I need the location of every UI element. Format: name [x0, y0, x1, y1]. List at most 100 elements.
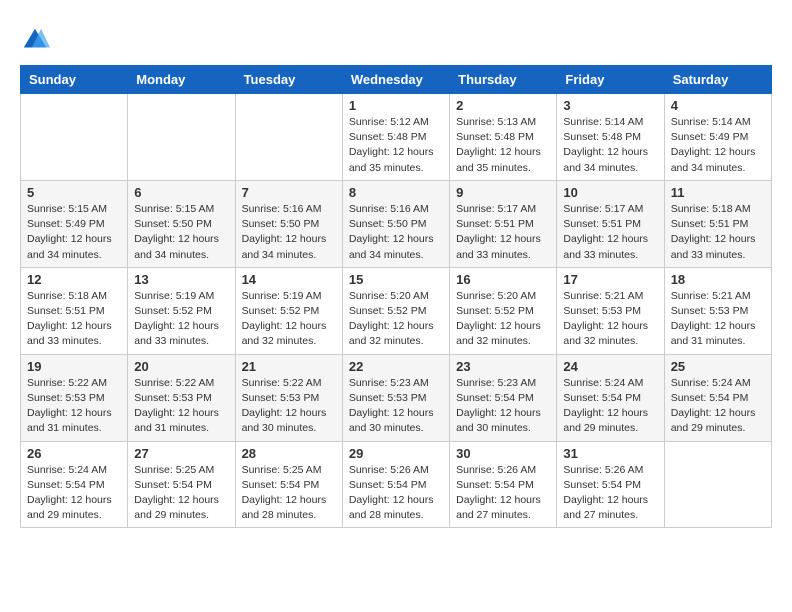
calendar-day-31: 31 Sunrise: 5:26 AM Sunset: 5:54 PM Dayli…: [557, 441, 664, 528]
day-info: Sunrise: 5:23 AM Sunset: 5:54 PM Dayligh…: [456, 376, 550, 437]
day-number: 9: [456, 185, 550, 200]
day-info: Sunrise: 5:22 AM Sunset: 5:53 PM Dayligh…: [242, 376, 336, 437]
calendar-day-22: 22 Sunrise: 5:23 AM Sunset: 5:53 PM Dayli…: [342, 354, 449, 441]
page-header: [20, 20, 772, 55]
calendar-day-27: 27 Sunrise: 5:25 AM Sunset: 5:54 PM Dayli…: [128, 441, 235, 528]
day-number: 1: [349, 98, 443, 113]
day-info: Sunrise: 5:18 AM Sunset: 5:51 PM Dayligh…: [27, 289, 121, 350]
calendar-day-13: 13Sunrise: 5:19 AM Sunset: 5:52 PM Dayli…: [128, 267, 235, 354]
day-number: 29: [349, 446, 443, 461]
calendar-day-2: 2Sunrise: 5:13 AM Sunset: 5:48 PM Daylig…: [450, 94, 557, 181]
day-header-sunday: Sunday: [21, 66, 128, 94]
calendar-day-6: 6 Sunrise: 5:15 AM Sunset: 5:50 PM Daylig…: [128, 180, 235, 267]
calendar-empty: [235, 94, 342, 181]
calendar-day-21: 21 Sunrise: 5:22 AM Sunset: 5:53 PM Dayli…: [235, 354, 342, 441]
calendar-day-10: 10 Sunrise: 5:17 AM Sunset: 5:51 PM Dayli…: [557, 180, 664, 267]
day-info: Sunrise: 5:16 AM Sunset: 5:50 PM Dayligh…: [349, 202, 443, 263]
day-number: 21: [242, 359, 336, 374]
day-info: Sunrise: 5:20 AM Sunset: 5:52 PM Dayligh…: [349, 289, 443, 350]
day-info: Sunrise: 5:24 AM Sunset: 5:54 PM Dayligh…: [563, 376, 657, 437]
day-info: Sunrise: 5:24 AM Sunset: 5:54 PM Dayligh…: [27, 463, 121, 524]
day-number: 22: [349, 359, 443, 374]
calendar-week-row: 19 Sunrise: 5:22 AM Sunset: 5:53 PM Dayli…: [21, 354, 772, 441]
day-info: Sunrise: 5:19 AM Sunset: 5:52 PM Dayligh…: [242, 289, 336, 350]
day-header-wednesday: Wednesday: [342, 66, 449, 94]
day-number: 10: [563, 185, 657, 200]
day-info: Sunrise: 5:23 AM Sunset: 5:53 PM Dayligh…: [349, 376, 443, 437]
day-number: 4: [671, 98, 765, 113]
day-number: 26: [27, 446, 121, 461]
day-number: 5: [27, 185, 121, 200]
day-header-tuesday: Tuesday: [235, 66, 342, 94]
day-number: 27: [134, 446, 228, 461]
calendar-day-1: 1 Sunrise: 5:12 AM Sunset: 5:48 PM Daylig…: [342, 94, 449, 181]
day-number: 3: [563, 98, 657, 113]
day-info: Sunrise: 5:26 AM Sunset: 5:54 PM Dayligh…: [563, 463, 657, 524]
calendar-day-25: 25Sunrise: 5:24 AM Sunset: 5:54 PM Dayli…: [664, 354, 771, 441]
calendar-week-row: 26 Sunrise: 5:24 AM Sunset: 5:54 PM Dayli…: [21, 441, 772, 528]
calendar-empty: [128, 94, 235, 181]
day-number: 15: [349, 272, 443, 287]
calendar-table: SundayMondayTuesdayWednesdayThursdayFrid…: [20, 65, 772, 528]
calendar-day-11: 11Sunrise: 5:18 AM Sunset: 5:51 PM Dayli…: [664, 180, 771, 267]
day-header-thursday: Thursday: [450, 66, 557, 94]
day-number: 16: [456, 272, 550, 287]
day-info: Sunrise: 5:12 AM Sunset: 5:48 PM Dayligh…: [349, 115, 443, 176]
day-info: Sunrise: 5:22 AM Sunset: 5:53 PM Dayligh…: [27, 376, 121, 437]
logo-icon: [20, 25, 50, 55]
calendar-empty: [21, 94, 128, 181]
calendar-empty: [664, 441, 771, 528]
day-header-saturday: Saturday: [664, 66, 771, 94]
day-number: 18: [671, 272, 765, 287]
day-number: 23: [456, 359, 550, 374]
day-number: 12: [27, 272, 121, 287]
calendar-day-24: 24 Sunrise: 5:24 AM Sunset: 5:54 PM Dayli…: [557, 354, 664, 441]
calendar-week-row: 5 Sunrise: 5:15 AM Sunset: 5:49 PM Daylig…: [21, 180, 772, 267]
calendar-day-16: 16 Sunrise: 5:20 AM Sunset: 5:52 PM Dayli…: [450, 267, 557, 354]
calendar-day-9: 9Sunrise: 5:17 AM Sunset: 5:51 PM Daylig…: [450, 180, 557, 267]
day-info: Sunrise: 5:25 AM Sunset: 5:54 PM Dayligh…: [134, 463, 228, 524]
calendar-day-3: 3 Sunrise: 5:14 AM Sunset: 5:48 PM Daylig…: [557, 94, 664, 181]
day-info: Sunrise: 5:22 AM Sunset: 5:53 PM Dayligh…: [134, 376, 228, 437]
calendar-day-12: 12 Sunrise: 5:18 AM Sunset: 5:51 PM Dayli…: [21, 267, 128, 354]
day-info: Sunrise: 5:14 AM Sunset: 5:49 PM Dayligh…: [671, 115, 765, 176]
calendar-day-15: 15 Sunrise: 5:20 AM Sunset: 5:52 PM Dayli…: [342, 267, 449, 354]
day-info: Sunrise: 5:14 AM Sunset: 5:48 PM Dayligh…: [563, 115, 657, 176]
calendar-day-29: 29 Sunrise: 5:26 AM Sunset: 5:54 PM Dayli…: [342, 441, 449, 528]
day-number: 17: [563, 272, 657, 287]
calendar-day-14: 14Sunrise: 5:19 AM Sunset: 5:52 PM Dayli…: [235, 267, 342, 354]
calendar-day-23: 23 Sunrise: 5:23 AM Sunset: 5:54 PM Dayli…: [450, 354, 557, 441]
day-number: 28: [242, 446, 336, 461]
day-number: 11: [671, 185, 765, 200]
day-number: 19: [27, 359, 121, 374]
calendar-day-7: 7 Sunrise: 5:16 AM Sunset: 5:50 PM Daylig…: [235, 180, 342, 267]
calendar-day-20: 20 Sunrise: 5:22 AM Sunset: 5:53 PM Dayli…: [128, 354, 235, 441]
calendar-day-17: 17Sunrise: 5:21 AM Sunset: 5:53 PM Dayli…: [557, 267, 664, 354]
calendar-day-30: 30 Sunrise: 5:26 AM Sunset: 5:54 PM Dayli…: [450, 441, 557, 528]
day-info: Sunrise: 5:20 AM Sunset: 5:52 PM Dayligh…: [456, 289, 550, 350]
day-info: Sunrise: 5:15 AM Sunset: 5:49 PM Dayligh…: [27, 202, 121, 263]
calendar-week-row: 12 Sunrise: 5:18 AM Sunset: 5:51 PM Dayli…: [21, 267, 772, 354]
day-number: 31: [563, 446, 657, 461]
day-number: 20: [134, 359, 228, 374]
calendar-day-8: 8 Sunrise: 5:16 AM Sunset: 5:50 PM Daylig…: [342, 180, 449, 267]
calendar-header-row: SundayMondayTuesdayWednesdayThursdayFrid…: [21, 66, 772, 94]
day-header-friday: Friday: [557, 66, 664, 94]
day-number: 6: [134, 185, 228, 200]
day-info: Sunrise: 5:26 AM Sunset: 5:54 PM Dayligh…: [349, 463, 443, 524]
calendar-day-18: 18Sunrise: 5:21 AM Sunset: 5:53 PM Dayli…: [664, 267, 771, 354]
day-info: Sunrise: 5:26 AM Sunset: 5:54 PM Dayligh…: [456, 463, 550, 524]
calendar-day-28: 28 Sunrise: 5:25 AM Sunset: 5:54 PM Dayli…: [235, 441, 342, 528]
day-info: Sunrise: 5:25 AM Sunset: 5:54 PM Dayligh…: [242, 463, 336, 524]
logo: [20, 25, 54, 55]
day-number: 24: [563, 359, 657, 374]
day-number: 30: [456, 446, 550, 461]
day-number: 7: [242, 185, 336, 200]
day-number: 25: [671, 359, 765, 374]
day-info: Sunrise: 5:15 AM Sunset: 5:50 PM Dayligh…: [134, 202, 228, 263]
day-info: Sunrise: 5:19 AM Sunset: 5:52 PM Dayligh…: [134, 289, 228, 350]
day-number: 8: [349, 185, 443, 200]
day-number: 2: [456, 98, 550, 113]
day-info: Sunrise: 5:17 AM Sunset: 5:51 PM Dayligh…: [563, 202, 657, 263]
day-info: Sunrise: 5:16 AM Sunset: 5:50 PM Dayligh…: [242, 202, 336, 263]
